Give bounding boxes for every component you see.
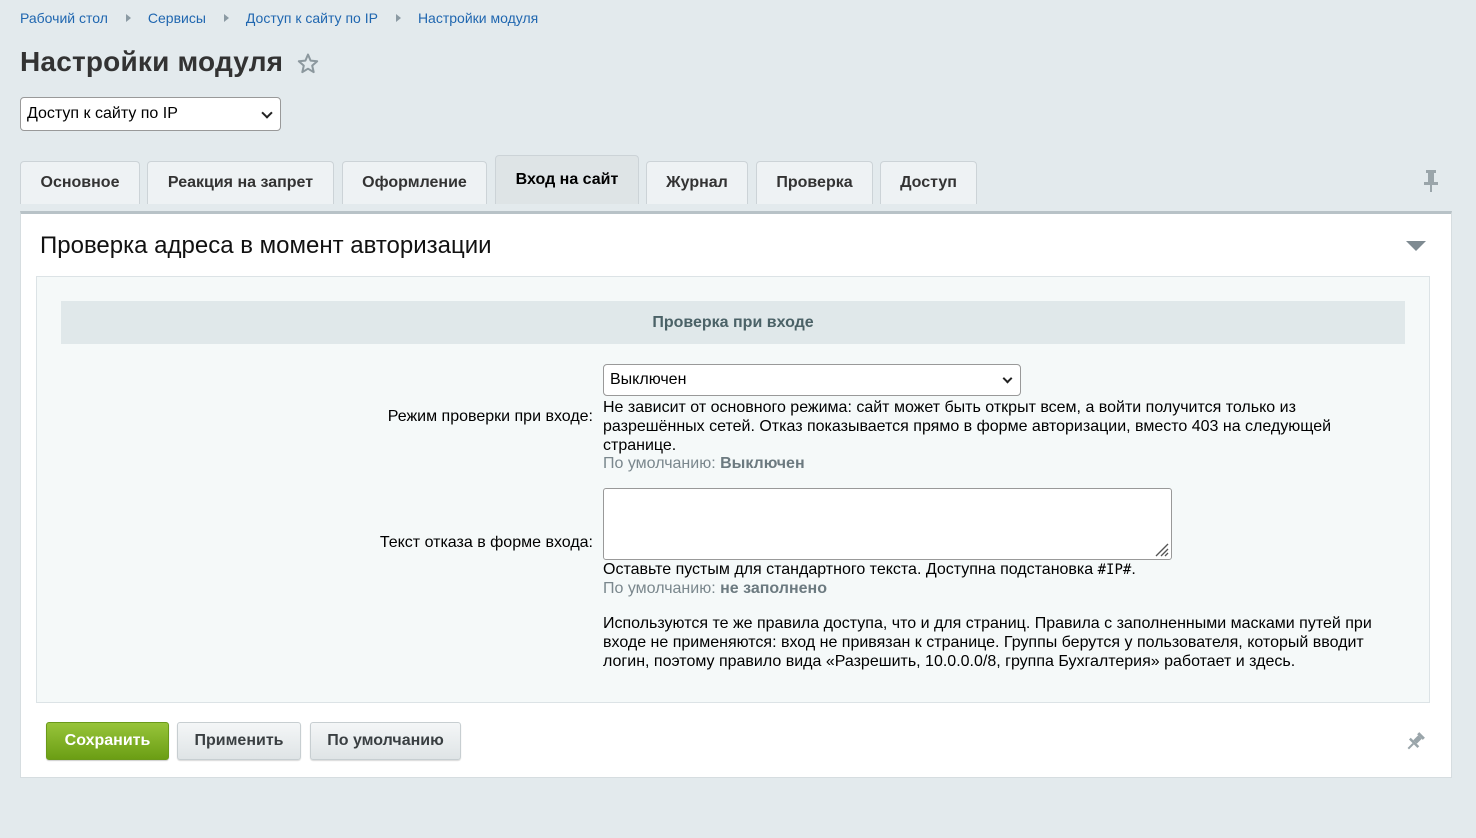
breadcrumb-services[interactable]: Сервисы (148, 10, 206, 26)
deny-text-default: По умолчанию: не заполнено (603, 580, 827, 598)
note-line: Используются те же правила доступа, что … (603, 615, 1372, 632)
mode-select-value: Выключен (610, 371, 687, 388)
hint-text: Оставьте пустым для стандартного текста.… (603, 561, 1094, 578)
breadcrumb-separator-icon (223, 14, 229, 22)
mode-description: Не зависит от основного режима: сайт мож… (603, 398, 1331, 455)
mode-select[interactable]: Выключен (603, 364, 1021, 396)
module-select-value: Доступ к сайту по IP (27, 105, 178, 122)
hint-code: #IP# (1097, 562, 1132, 578)
mode-default: По умолчанию: Выключен (603, 455, 805, 473)
section-title: Проверка адреса в момент авторизации (40, 232, 492, 259)
hint-text-end: . (1131, 561, 1136, 578)
apply-button[interactable]: Применить (177, 722, 301, 760)
mode-description-line: странице. (603, 437, 677, 454)
breadcrumb-module-settings[interactable]: Настройки модуля (418, 10, 538, 26)
tab-deny-reaction[interactable]: Реакция на запрет (147, 161, 334, 204)
default-prefix: По умолчанию: (603, 580, 716, 597)
deny-text-label: Текст отказа в форме входа: (379, 534, 593, 551)
tab-login[interactable]: Вход на сайт (495, 155, 639, 204)
deny-text-textarea[interactable] (603, 488, 1172, 560)
default-value: Выключен (720, 455, 805, 472)
breadcrumb: Рабочий стол Сервисы Доступ к сайту по I… (20, 10, 538, 26)
rules-note: Используются те же правила доступа, что … (603, 614, 1372, 671)
deny-text-hint: Оставьте пустым для стандартного текста.… (603, 560, 1136, 580)
tab-log[interactable]: Журнал (646, 161, 748, 204)
tab-check[interactable]: Проверка (756, 161, 873, 204)
pin-icon[interactable] (1422, 169, 1440, 193)
resize-handle-icon[interactable] (1153, 541, 1169, 557)
breadcrumb-separator-icon (395, 14, 401, 22)
group-header: Проверка при входе (61, 301, 1405, 344)
breadcrumb-ip-access[interactable]: Доступ к сайту по IP (246, 10, 378, 26)
tab-access[interactable]: Доступ (880, 161, 977, 204)
tab-main[interactable]: Основное (20, 161, 140, 204)
mode-description-line: разрешённых сетей. Отказ показывается пр… (603, 418, 1332, 435)
tab-appearance[interactable]: Оформление (342, 161, 487, 204)
mode-label: Режим проверки при входе: (387, 408, 593, 425)
pin-icon[interactable] (1404, 731, 1426, 753)
default-value: не заполнено (720, 580, 827, 597)
mode-description-line: Не зависит от основного режима: сайт мож… (603, 399, 1296, 416)
chevron-down-icon (1002, 373, 1013, 384)
save-button[interactable]: Сохранить (46, 722, 169, 760)
note-line: логин, поэтому правило вида «Разрешить, … (603, 653, 1296, 670)
default-prefix: По умолчанию: (603, 455, 716, 472)
form-area: Проверка при входе Режим проверки при вх… (36, 276, 1430, 703)
defaults-button[interactable]: По умолчанию (310, 722, 461, 760)
page-title: Настройки модуля (20, 46, 284, 77)
collapse-triangle-icon[interactable] (1406, 241, 1426, 251)
star-icon[interactable] (296, 52, 320, 76)
breadcrumb-desktop[interactable]: Рабочий стол (20, 10, 108, 26)
settings-panel: Проверка адреса в момент авторизации Про… (20, 211, 1452, 778)
chevron-down-icon (261, 107, 273, 119)
module-select[interactable]: Доступ к сайту по IP (20, 97, 281, 131)
note-line: входе не применяются: вход не привязан к… (603, 634, 1364, 651)
breadcrumb-separator-icon (125, 14, 131, 22)
